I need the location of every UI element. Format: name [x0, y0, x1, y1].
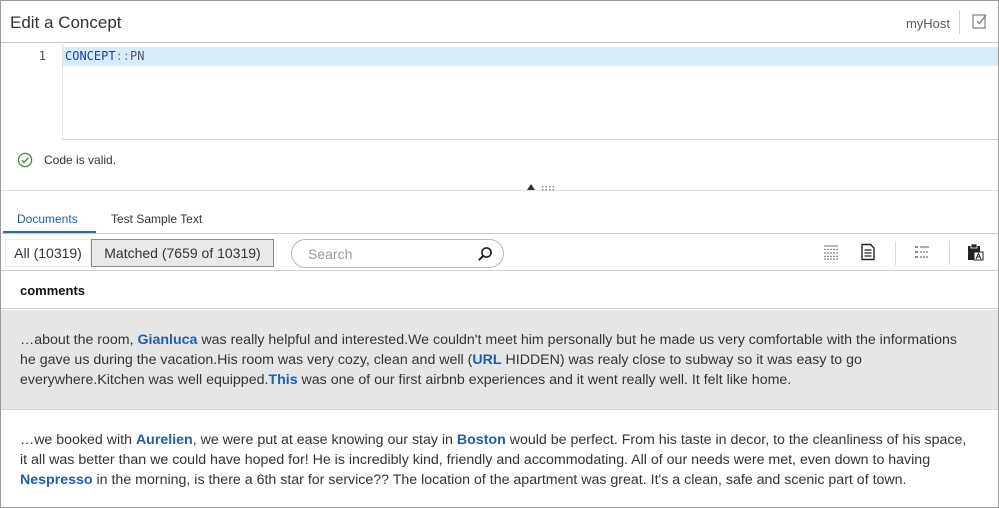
code-editor[interactable]: 1 CONCEPT::PN — [1, 44, 998, 140]
line-number: 1 — [38, 49, 46, 63]
toolbar-divider — [949, 241, 950, 265]
matched-term: This — [268, 372, 298, 388]
tab-documents[interactable]: Documents — [17, 212, 78, 226]
column-header-comments: comments — [20, 283, 86, 298]
comment-text: in the morning, is there a 6th star for … — [92, 472, 907, 488]
matched-term: Aurelien — [135, 432, 193, 448]
title-bar: Edit a Concept myHost — [1, 1, 998, 43]
validation-message: Code is valid. — [44, 153, 117, 167]
tab-test-sample-text[interactable]: Test Sample Text — [111, 212, 202, 226]
search-icon[interactable] — [477, 246, 493, 262]
tab-bar: Documents Test Sample Text — [1, 210, 998, 234]
documents-toolbar: All (10319) Matched (7659 of 10319) — [1, 235, 998, 271]
edit-concept-window: Edit a Concept myHost 1 CONCEPT::PN Code… — [0, 0, 999, 508]
check-circle-icon — [17, 152, 33, 168]
comment-text: …we booked with — [20, 432, 136, 448]
code-concept-name: PN — [130, 49, 145, 63]
title-divider — [959, 10, 960, 34]
pane-splitter — [1, 190, 998, 191]
active-tab-indicator — [3, 231, 96, 233]
toolbar-divider — [895, 241, 896, 265]
matched-term: Gianluca — [137, 332, 198, 348]
list-view-icon[interactable] — [822, 243, 840, 261]
active-line-highlight — [1, 47, 998, 66]
matched-term: Boston — [456, 432, 506, 448]
result-row[interactable]: …we booked with Aurelien, we were put at… — [1, 410, 998, 507]
resize-grip-icon[interactable] — [541, 185, 555, 191]
matched-term: Nespresso — [20, 472, 93, 488]
filter-matched-button[interactable]: Matched (7659 of 10319) — [91, 239, 274, 267]
code-operator: :: — [115, 49, 131, 63]
comment-text: was one of our first airbnb experiences … — [297, 372, 792, 388]
comment-text: , we were put at ease knowing our stay i… — [192, 432, 457, 448]
result-row[interactable]: …about the room, Gianluca was really hel… — [1, 310, 998, 410]
checklist-icon[interactable] — [971, 12, 989, 30]
comment-text: …about the room, — [20, 332, 138, 348]
validation-status: Code is valid. — [17, 151, 116, 169]
document-view-icon[interactable] — [859, 243, 877, 261]
clipboard-icon[interactable] — [966, 243, 984, 261]
filter-all-button[interactable]: All (10319) — [5, 239, 91, 267]
annotated-list-icon[interactable] — [913, 243, 931, 261]
code-keyword: CONCEPT — [65, 49, 116, 63]
search-box — [291, 239, 504, 268]
matched-term: URL — [472, 352, 502, 368]
column-header: comments — [1, 272, 998, 309]
page-title: Edit a Concept — [10, 13, 122, 32]
host-label: myHost — [905, 16, 950, 31]
collapse-up-icon[interactable] — [527, 184, 535, 190]
search-input[interactable] — [308, 244, 478, 264]
code-line[interactable]: CONCEPT::PN — [65, 49, 144, 63]
